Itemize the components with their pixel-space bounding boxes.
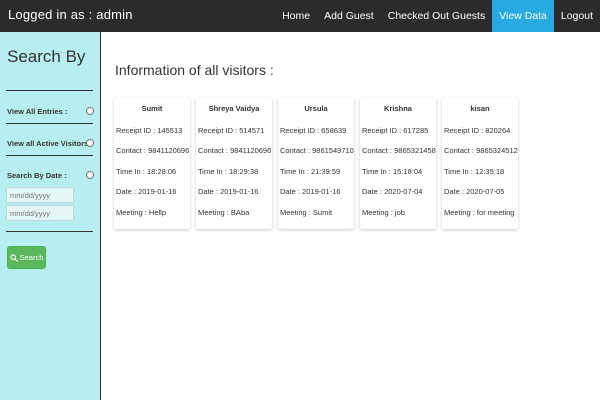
visitor-contact: Contact : 9841120696 — [116, 146, 190, 155]
visitor-meeting: Meeting : Hellp — [116, 208, 167, 217]
search-button-label: Search — [19, 253, 44, 262]
nav-home[interactable]: Home — [275, 0, 317, 32]
visitor-card: Shreya Vaidya Receipt ID : 514571 Contac… — [196, 98, 272, 229]
search-by-date-option: Search By Date : — [7, 170, 94, 182]
visitor-time-in: Time In : 12:35:18 — [444, 167, 505, 176]
visitor-name: Ursula — [304, 104, 328, 113]
visitor-name: Krishna — [384, 104, 412, 113]
visitor-date: Date : 2019-01-16 — [116, 187, 177, 196]
visitor-receipt-id: Receipt ID : 145513 — [116, 126, 183, 135]
nav-checked-out-guests[interactable]: Checked Out Guests — [381, 0, 492, 32]
search-by-date-radio[interactable] — [86, 171, 94, 179]
visitor-contact: Contact : 9865324512 — [444, 146, 518, 155]
visitor-contact: Contact : 9841120696 — [198, 146, 272, 155]
visitor-receipt-id: Receipt ID : 514571 — [198, 126, 265, 135]
divider — [6, 90, 93, 91]
visitor-name: kisan — [470, 104, 490, 113]
divider — [6, 155, 93, 156]
visitor-name: Sumit — [141, 104, 163, 113]
top-navbar: Logged in as : admin Home Add Guest Chec… — [0, 0, 600, 32]
visitor-time-in: Time In : 18:28:06 — [116, 167, 177, 176]
visitor-card: kisan Receipt ID : 820264 Contact : 9865… — [442, 98, 518, 229]
visitor-contact: Contact : 9861549710 — [280, 146, 354, 155]
date-from-input[interactable] — [6, 187, 74, 203]
visitor-meeting: Meeting : for meeting — [444, 208, 515, 217]
visitor-date: Date : 2019-01-16 — [280, 187, 341, 196]
visitor-time-in: Time In : 21:39:59 — [280, 167, 341, 176]
visitor-date: Date : 2020-07-05 — [444, 187, 505, 196]
visitor-meeting: Meeting : job — [362, 208, 405, 217]
divider — [6, 231, 93, 232]
date-to-input[interactable] — [6, 205, 74, 221]
nav-view-data[interactable]: View Data — [492, 0, 554, 32]
search-icon — [10, 253, 18, 262]
view-all-entries-label: View All Entries : — [7, 107, 68, 116]
visitor-receipt-id: Receipt ID : 658639 — [280, 126, 347, 135]
visitor-contact: Contact : 9865321458 — [362, 146, 436, 155]
divider — [6, 123, 93, 124]
visitor-date: Date : 2019-01-16 — [198, 187, 259, 196]
view-all-entries-option: View All Entries : — [7, 106, 94, 118]
view-active-visitors-radio[interactable] — [86, 139, 94, 147]
nav-add-guest[interactable]: Add Guest — [317, 0, 381, 32]
visitor-card: Krishna Receipt ID : 617285 Contact : 98… — [360, 98, 436, 229]
view-active-visitors-option: View all Active Visitors : — [7, 138, 94, 150]
visitor-time-in: Time In : 15:18:04 — [362, 167, 423, 176]
visitor-receipt-id: Receipt ID : 617285 — [362, 126, 429, 135]
visitor-name: Shreya Vaidya — [208, 104, 260, 113]
view-active-visitors-label: View all Active Visitors : — [7, 139, 93, 148]
visitor-receipt-id: Receipt ID : 820264 — [444, 126, 511, 135]
visitor-card: Ursula Receipt ID : 658639 Contact : 986… — [278, 98, 354, 229]
sidebar-title: Search By — [7, 47, 86, 66]
sidebar: Search By View All Entries : View all Ac… — [0, 32, 101, 400]
nav-logout[interactable]: Logout — [554, 0, 600, 32]
view-all-entries-radio[interactable] — [86, 107, 94, 115]
visitor-meeting: Meeting : BAba — [198, 208, 250, 217]
visitor-card: Sumit Receipt ID : 145513 Contact : 9841… — [114, 98, 190, 229]
nav-links: Home Add Guest Checked Out Guests View D… — [275, 0, 600, 32]
search-button[interactable]: Search — [7, 246, 46, 269]
page-title: Information of all visitors : — [115, 62, 274, 78]
visitor-date: Date : 2020-07-04 — [362, 187, 423, 196]
search-by-date-label: Search By Date : — [7, 171, 67, 180]
visitor-time-in: Time In : 18:29:38 — [198, 167, 259, 176]
logged-in-label: Logged in as : admin — [8, 7, 133, 22]
visitor-meeting: Meeting : Sumit — [280, 208, 333, 217]
